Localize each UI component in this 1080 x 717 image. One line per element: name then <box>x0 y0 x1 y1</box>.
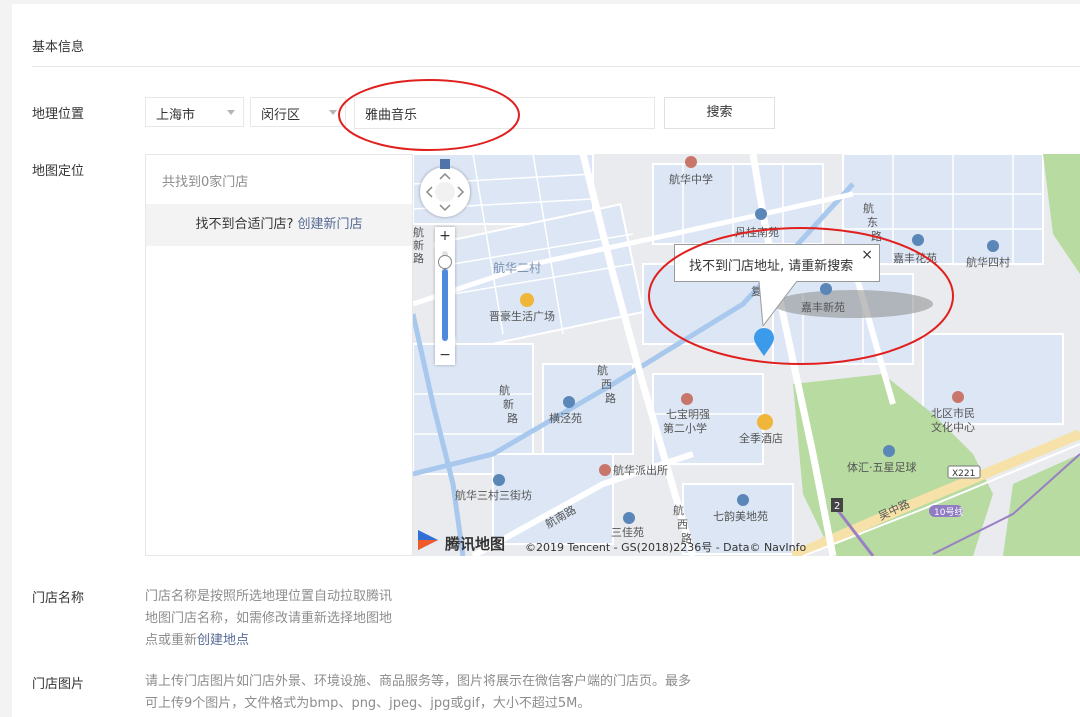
map-label-vertical: 西 <box>677 518 688 531</box>
metro-badge-label: 10号线 <box>934 506 963 518</box>
map-label: 第二小学 <box>663 421 707 435</box>
zoom-slider-handle[interactable] <box>438 255 452 269</box>
store-name-hint-line1: 门店名称是按照所选地理位置自动拉取腾讯 <box>145 589 393 604</box>
map-label-vertical: 路 <box>507 412 518 425</box>
map-label: 航华二村 <box>493 260 541 275</box>
result-count: 共找到0家门店 <box>162 175 249 190</box>
map-label: 北区市民 <box>931 406 975 420</box>
map-label-vertical: 新 <box>413 238 424 252</box>
tencent-map-logo-icon <box>418 530 438 550</box>
map-park-2 <box>1003 454 1080 556</box>
store-image-label: 门店图片 <box>32 677 85 692</box>
map-label: 体汇·五星足球 <box>847 460 917 474</box>
search-button[interactable]: 搜索 <box>664 97 775 129</box>
pan-arrows-icon <box>425 172 465 212</box>
annotation-ellipse-popup <box>648 227 954 365</box>
map-park-3 <box>1043 154 1080 274</box>
map-label-vertical: 路 <box>413 252 424 265</box>
map-label: 七宝明强 <box>666 407 710 421</box>
map-label: 航华中学 <box>669 172 713 186</box>
map-label: 横泾苑 <box>549 411 582 425</box>
city-select[interactable]: 上海市 <box>145 97 244 127</box>
store-name-hint-prefix: 点或重新 <box>145 633 198 648</box>
pan-control[interactable] <box>420 167 470 217</box>
not-found-text: 找不到合适门店? <box>195 217 294 232</box>
store-name-hint-line3: 点或重新创建地点 <box>145 630 392 652</box>
chevron-down-icon <box>227 110 235 115</box>
section-divider <box>32 66 1080 67</box>
store-name-hint-line2: 地图门店名称，如需修改请重新选择地图地 <box>145 611 393 626</box>
map-label-vertical: 西 <box>601 378 612 391</box>
map-logo-text: 腾讯地图 <box>445 535 506 553</box>
zoom-out-button[interactable]: − <box>435 346 455 364</box>
section-title: 基本信息 <box>32 40 85 55</box>
district-select[interactable]: 闵行区 <box>250 97 346 127</box>
map-label-vertical: 航 <box>499 383 510 397</box>
create-place-link[interactable]: 创建地点 <box>197 633 249 648</box>
location-label: 地理位置 <box>32 107 85 122</box>
map-label: 航华三村三街坊 <box>455 488 532 502</box>
store-list-panel: 共找到0家门店 找不到合适门店? 创建新门店 <box>145 154 413 556</box>
map-label: 七韵美地苑 <box>713 509 768 523</box>
map-label-vertical: 航 <box>673 503 684 517</box>
store-name-label: 门店名称 <box>32 591 85 606</box>
road-badge-label: X221 <box>952 469 975 479</box>
store-image-hint-line1: 请上传门店图片如门店外景、环境设施、商品服务等，图片将展示在微信客户端的门店页。… <box>145 674 692 689</box>
map-label: 地图定位 <box>32 164 85 179</box>
map-label: 全季酒店 <box>739 431 783 445</box>
map-label: 晋豪生活广场 <box>489 309 555 323</box>
zoom-control: + − <box>435 227 455 365</box>
zoom-fill <box>442 269 448 341</box>
map-type-icon[interactable] <box>440 159 450 169</box>
district-select-value: 闵行区 <box>261 108 301 123</box>
city-select-value: 上海市 <box>156 108 196 123</box>
map-label-vertical: 路 <box>605 392 616 405</box>
map-label: 航华四村 <box>966 255 1010 269</box>
store-image-hint-line2: 可上传9个图片，文件格式为bmp、png、jpeg、jpg或gif，大小不超过5… <box>145 696 591 711</box>
map-canvas[interactable]: 航华中学 丹桂南苑 嘉丰花苑 航华四村 航华二村 晋豪生活广场 复泰园 嘉丰新苑… <box>413 154 1080 556</box>
create-store-link[interactable]: 创建新门店 <box>298 217 363 232</box>
road-number-label: 2 <box>834 501 840 512</box>
map-label: 航华派出所 <box>613 463 668 477</box>
zoom-in-button[interactable]: + <box>435 227 455 245</box>
store-image-hint: 请上传门店图片如门店外景、环境设施、商品服务等，图片将展示在微信客户端的门店页。… <box>145 671 691 715</box>
map-label: 三佳苑 <box>611 525 644 539</box>
map-label: 文化中心 <box>931 420 975 434</box>
map-label-vertical: 航 <box>863 201 874 215</box>
annotation-ellipse-search <box>338 79 520 151</box>
map-copyright: ©2019 Tencent - GS(2018)2236号 - Data© Na… <box>525 541 807 554</box>
map-label-vertical: 新 <box>503 397 514 411</box>
not-found-row: 找不到合适门店? 创建新门店 <box>146 204 412 246</box>
map-label-vertical: 航 <box>413 225 424 239</box>
map-label-vertical: 航 <box>597 363 608 377</box>
store-name-hint: 门店名称是按照所选地理位置自动拉取腾讯 地图门店名称，如需修改请重新选择地图地 … <box>145 586 392 652</box>
